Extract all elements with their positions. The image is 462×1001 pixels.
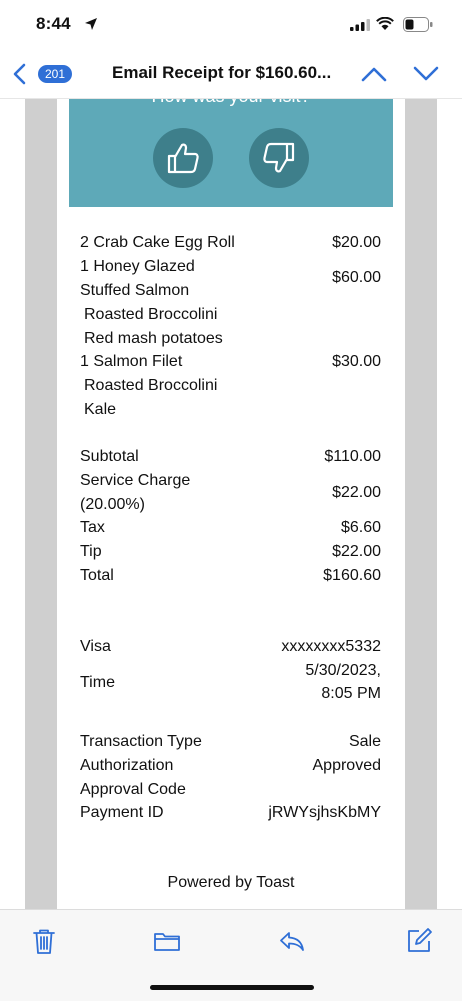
tip-value: $22.00 bbox=[332, 543, 381, 560]
item-price: $60.00 bbox=[332, 269, 381, 286]
payment-id-label: Payment ID bbox=[80, 804, 164, 821]
item-price: $30.00 bbox=[332, 353, 381, 370]
email-margin-left bbox=[25, 99, 57, 909]
total-value: $160.60 bbox=[323, 567, 381, 584]
compose-icon[interactable] bbox=[404, 926, 434, 956]
status-bar: 8:44 bbox=[0, 0, 462, 50]
item-name: 1 Salmon Filet bbox=[80, 353, 183, 370]
service-charge-value: $22.00 bbox=[332, 484, 381, 501]
total-label: Total bbox=[80, 567, 114, 584]
battery-icon bbox=[403, 17, 433, 32]
tax-label: Tax bbox=[80, 519, 105, 536]
item-modifier: Kale bbox=[84, 401, 117, 418]
feedback-title: How was your visit? bbox=[69, 99, 393, 107]
previous-message-icon[interactable] bbox=[360, 64, 388, 84]
location-arrow-icon bbox=[85, 18, 97, 30]
home-indicator[interactable] bbox=[150, 985, 314, 990]
thumbs-up-button[interactable] bbox=[153, 128, 213, 188]
card-label: Visa bbox=[80, 638, 111, 655]
mail-nav-bar: 201 Email Receipt for $160.60... bbox=[0, 50, 462, 99]
receipt: How was your visit? 2 Crab Cake Egg Roll… bbox=[57, 99, 405, 909]
cellular-signal-icon bbox=[350, 19, 370, 31]
item-price: $20.00 bbox=[332, 234, 381, 251]
item-name: Stuffed Salmon bbox=[80, 282, 190, 299]
trash-icon[interactable] bbox=[29, 926, 59, 956]
transaction-type-label: Transaction Type bbox=[80, 733, 202, 750]
powered-by-footer: Powered by Toast bbox=[167, 874, 295, 891]
tax-value: $6.60 bbox=[340, 519, 381, 536]
item-name: 2 Crab Cake Egg Roll bbox=[80, 234, 235, 251]
wifi-icon bbox=[376, 17, 394, 30]
approval-code-label: Approval Code bbox=[80, 781, 186, 798]
tip-label: Tip bbox=[80, 543, 102, 560]
mailbox-count-badge[interactable]: 201 bbox=[38, 65, 72, 83]
transaction-date: 5/30/2023, bbox=[305, 662, 381, 679]
time-label: Time bbox=[80, 674, 115, 691]
email-margin-right bbox=[405, 99, 437, 909]
thumbs-down-icon bbox=[263, 142, 295, 173]
message-title: Email Receipt for $160.60... bbox=[112, 63, 332, 82]
feedback-banner: How was your visit? bbox=[69, 99, 393, 207]
email-body[interactable]: How was your visit? 2 Crab Cake Egg Roll… bbox=[0, 99, 462, 909]
transaction-type-value: Sale bbox=[348, 733, 381, 750]
back-chevron-icon[interactable] bbox=[10, 62, 30, 86]
item-modifier: Red mash potatoes bbox=[84, 330, 223, 347]
service-charge-rate: (20.00%) bbox=[80, 496, 145, 513]
thumbs-down-button[interactable] bbox=[249, 128, 309, 188]
item-name: 1 Honey Glazed bbox=[80, 258, 195, 275]
authorization-value: Approved bbox=[312, 757, 382, 774]
item-modifier: Roasted Broccolini bbox=[84, 306, 218, 323]
authorization-label: Authorization bbox=[80, 757, 174, 774]
reply-icon[interactable] bbox=[277, 926, 307, 956]
thumbs-up-icon bbox=[167, 143, 199, 174]
card-number: xxxxxxxx5332 bbox=[281, 638, 381, 655]
folder-icon[interactable] bbox=[152, 926, 182, 956]
transaction-time: 8:05 PM bbox=[321, 685, 381, 702]
subtotal-value: $110.00 bbox=[324, 448, 381, 465]
status-time: 8:44 bbox=[36, 14, 71, 33]
service-charge-label: Service Charge bbox=[80, 472, 191, 489]
item-modifier: Roasted Broccolini bbox=[84, 377, 218, 394]
subtotal-label: Subtotal bbox=[80, 448, 139, 465]
next-message-icon[interactable] bbox=[412, 64, 440, 84]
payment-id-value: jRWYsjhsKbMY bbox=[268, 804, 381, 821]
